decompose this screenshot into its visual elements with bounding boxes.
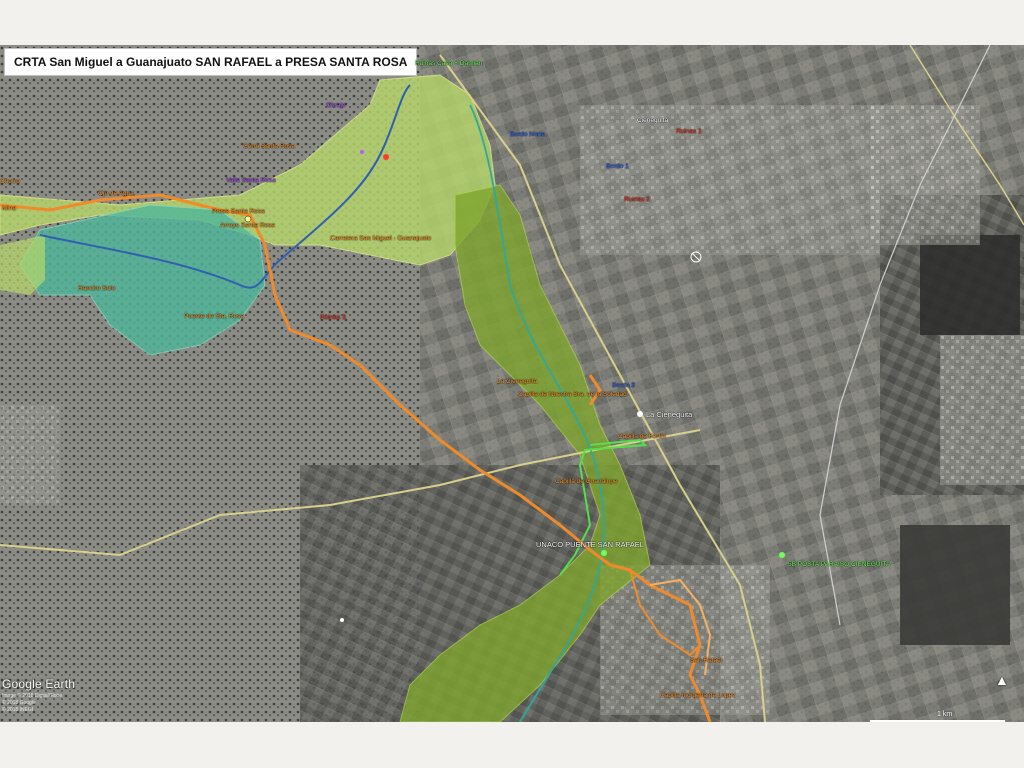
label-agua[interactable]: Ojo de Agua [98,190,134,197]
label-capilla-indigena[interactable]: Capilla Indígena de Lopez [660,692,736,699]
imagery-credits: Image © 2018 DigitalGlobe © 2018 Google … [2,693,62,714]
label-red-2[interactable]: Ruinas 2 [624,196,650,203]
label-top-placemark[interactable]: Ruinas Casa Y Damián [415,60,482,67]
label-carretera[interactable]: Carretera San Miguel - Guanajuato [330,235,431,242]
label-puente[interactable]: Puente de Sta. Rosa [184,313,244,320]
label-san-rafael[interactable]: San Rafael [690,657,722,664]
label-blue-1[interactable]: Bordo 1 [606,163,629,170]
label-unaco[interactable]: UNACO PUENTE SAN RAFAEL [536,540,644,549]
credit-line: Image © 2018 DigitalGlobe [2,693,63,699]
label-arroyo[interactable]: Arroyo Santa Rosa [220,222,275,229]
scale-label: 1 km [937,711,953,718]
label-blue-2[interactable]: Bordo Norte [510,131,545,138]
label-rancho[interactable]: Rancho Solo [78,285,115,292]
label-chorro[interactable]: Chorro [0,178,20,185]
scale-bar [870,720,1005,722]
town-west [0,405,60,505]
label-cieneguita-top[interactable]: Cieneguita [637,117,668,124]
dark-field [900,525,1010,645]
label-red-3[interactable]: Ruinas 3 [320,314,346,321]
north-arrow-icon[interactable]: ▲ [995,672,1009,688]
label-cerro[interactable]: Cerro Santa Rosa [243,143,295,150]
google-earth-logo: Google Earth [2,677,76,691]
credit-line: © 2018 Google [2,700,36,706]
map-title: CRTA San Miguel a Guanajuato SAN RAFAEL … [4,48,418,76]
label-purple-2[interactable]: Valle Santa Rosa [226,177,276,184]
dark-field-2 [920,235,1020,335]
label-mina[interactable]: Mina [2,205,16,212]
credit-line: © 2018 INEGI [2,707,34,713]
label-red-1[interactable]: Ruinas 1 [676,128,702,135]
zone-light-green-west [0,235,45,295]
label-capilla-soledad[interactable]: Capilla de Nuestra Sra. de la Soledad [518,391,627,398]
label-posta[interactable]: 5B POSTA PARAISO CIENEGUITA [788,561,890,568]
label-la-cieneguita-orange[interactable]: La Cieneguita [497,378,537,385]
label-purple-1[interactable]: Obraje [326,102,346,109]
label-la-cieneguita[interactable]: La Cieneguita [646,410,692,419]
town-cieneguita [580,105,880,255]
label-capilla-fortin[interactable]: Capilla de Fortín [618,433,666,440]
label-presa[interactable]: Presa Santa Rosa [212,208,265,215]
label-capilla-guadalupe[interactable]: Capilla de Guadalupe [555,478,618,485]
town-east [940,335,1024,485]
label-blue-3[interactable]: Bordo 3 [612,382,635,389]
